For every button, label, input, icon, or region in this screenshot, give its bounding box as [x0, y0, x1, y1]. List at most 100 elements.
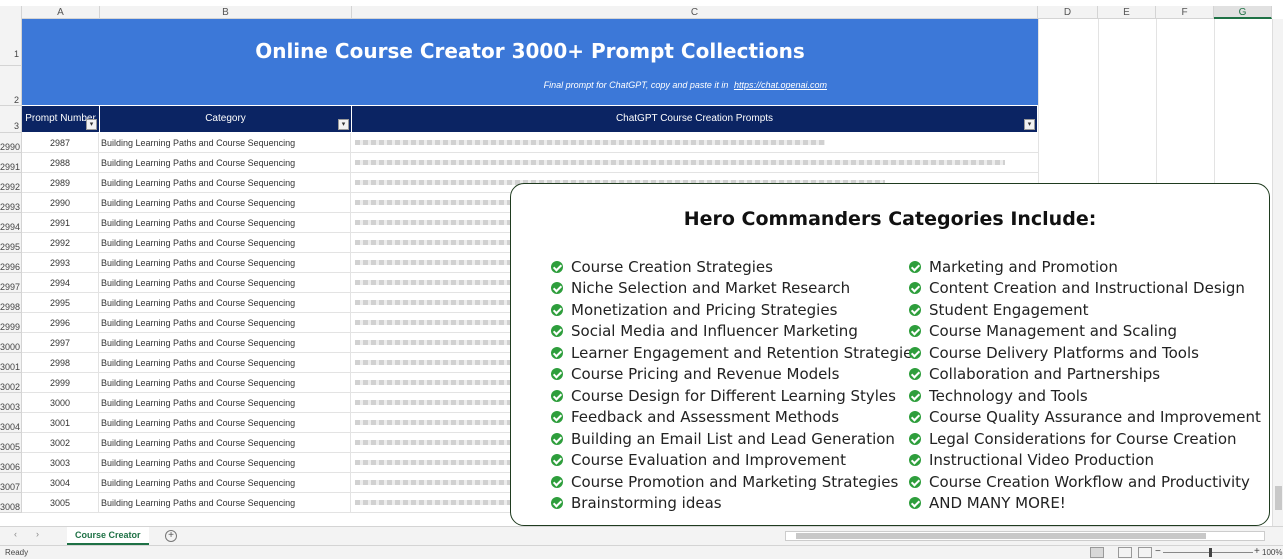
zoom-level[interactable]: 100% — [1262, 548, 1282, 557]
prompt-number-cell[interactable]: 2998 — [22, 353, 99, 373]
row-header[interactable]: 2997 — [0, 273, 22, 293]
row-header[interactable]: 3001 — [0, 353, 22, 373]
title-banner: Online Course Creator 3000+ Prompt Colle… — [22, 19, 1038, 105]
row-header[interactable]: 3005 — [0, 433, 22, 453]
row-header[interactable]: 3 — [0, 106, 22, 133]
page-layout-view-icon[interactable] — [1118, 547, 1132, 558]
row-header[interactable]: 3004 — [0, 413, 22, 433]
horizontal-scroll-thumb[interactable] — [796, 533, 1206, 539]
row-header[interactable]: 2995 — [0, 233, 22, 253]
category-cell[interactable]: Building Learning Paths and Course Seque… — [101, 393, 351, 413]
row-header[interactable]: 3006 — [0, 453, 22, 473]
category-item-label: Course Management and Scaling — [929, 322, 1178, 341]
category-cell[interactable]: Building Learning Paths and Course Seque… — [101, 353, 351, 373]
prompt-number-cell[interactable]: 3000 — [22, 393, 99, 413]
row-header[interactable]: 3003 — [0, 393, 22, 413]
row-header[interactable]: 2996 — [0, 253, 22, 273]
prompt-text-cell-blurred[interactable] — [355, 140, 825, 145]
zoom-slider-handle[interactable] — [1209, 548, 1212, 557]
table-row[interactable]: 2988 Building Learning Paths and Course S… — [22, 153, 1038, 173]
row-header[interactable]: 2998 — [0, 293, 22, 313]
page-title: Online Course Creator 3000+ Prompt Colle… — [255, 39, 805, 63]
prompt-number-cell[interactable]: 2989 — [22, 173, 99, 193]
prompt-number-cell[interactable]: 2992 — [22, 233, 99, 253]
row-header[interactable]: 1 — [0, 19, 22, 66]
category-cell[interactable]: Building Learning Paths and Course Seque… — [101, 133, 351, 153]
sheet-next-icon[interactable]: › — [36, 529, 39, 539]
row-header[interactable]: 3008 — [0, 493, 22, 513]
normal-view-icon[interactable] — [1090, 547, 1104, 558]
row-header[interactable]: 2990 — [0, 133, 22, 153]
check-icon — [909, 454, 921, 467]
category-cell[interactable]: Building Learning Paths and Course Seque… — [101, 433, 351, 453]
category-cell[interactable]: Building Learning Paths and Course Seque… — [101, 313, 351, 333]
category-cell[interactable]: Building Learning Paths and Course Seque… — [101, 373, 351, 393]
zoom-in-icon[interactable]: + — [1254, 546, 1260, 557]
zoom-slider[interactable] — [1163, 552, 1253, 553]
row-header[interactable]: 2994 — [0, 213, 22, 233]
prompt-number-cell[interactable]: 3003 — [22, 453, 99, 473]
category-cell[interactable]: Building Learning Paths and Course Seque… — [101, 293, 351, 313]
prompt-number-cell[interactable]: 3002 — [22, 433, 99, 453]
prompt-number-cell[interactable]: 2987 — [22, 133, 99, 153]
select-all-corner[interactable] — [0, 6, 22, 19]
prompt-number-cell[interactable]: 2990 — [22, 193, 99, 213]
row-header[interactable]: 3007 — [0, 473, 22, 493]
category-cell[interactable]: Building Learning Paths and Course Seque… — [101, 233, 351, 253]
prompt-number-cell[interactable]: 2999 — [22, 373, 99, 393]
column-header-a[interactable]: A — [22, 6, 100, 19]
card-title: Hero Commanders Categories Include: — [683, 208, 1097, 230]
category-cell[interactable]: Building Learning Paths and Course Seque… — [101, 153, 351, 173]
sheet-prev-icon[interactable]: ‹ — [14, 529, 17, 539]
zoom-out-icon[interactable]: − — [1155, 546, 1161, 557]
prompt-number-cell[interactable]: 2994 — [22, 273, 99, 293]
category-cell[interactable]: Building Learning Paths and Course Seque… — [101, 453, 351, 473]
column-header-e[interactable]: E — [1098, 6, 1156, 19]
vertical-scrollbar[interactable] — [1272, 19, 1283, 526]
category-cell[interactable]: Building Learning Paths and Course Seque… — [101, 193, 351, 213]
row-header[interactable]: 2993 — [0, 193, 22, 213]
prompt-number-cell[interactable]: 2991 — [22, 213, 99, 233]
category-item: Legal Considerations for Course Creation — [909, 428, 1261, 450]
row-header[interactable]: 3000 — [0, 333, 22, 353]
filter-dropdown-icon[interactable]: ▾ — [338, 119, 349, 130]
column-header-c[interactable]: C — [352, 6, 1038, 19]
vertical-scroll-thumb[interactable] — [1275, 486, 1282, 510]
column-header-b[interactable]: B — [100, 6, 352, 19]
category-cell[interactable]: Building Learning Paths and Course Seque… — [101, 413, 351, 433]
prompt-number-cell[interactable]: 2995 — [22, 293, 99, 313]
row-header[interactable]: 2 — [0, 66, 22, 106]
column-header-d[interactable]: D — [1038, 6, 1098, 19]
prompt-number-cell[interactable]: 3005 — [22, 493, 99, 513]
prompt-number-cell[interactable]: 2996 — [22, 313, 99, 333]
table-row[interactable]: 2987 Building Learning Paths and Course S… — [22, 133, 1038, 153]
sheet-tab-course-creator[interactable]: Course Creator — [67, 527, 149, 545]
prompt-number-cell[interactable]: 3001 — [22, 413, 99, 433]
row-header[interactable]: 2999 — [0, 313, 22, 333]
category-cell[interactable]: Building Learning Paths and Course Seque… — [101, 473, 351, 493]
filter-dropdown-icon[interactable]: ▾ — [86, 119, 97, 130]
row-header[interactable]: 2991 — [0, 153, 22, 173]
category-item-label: Legal Considerations for Course Creation — [929, 429, 1237, 448]
category-cell[interactable]: Building Learning Paths and Course Seque… — [101, 213, 351, 233]
category-cell[interactable]: Building Learning Paths and Course Seque… — [101, 493, 351, 513]
row-header[interactable]: 3002 — [0, 373, 22, 393]
page-break-view-icon[interactable] — [1138, 547, 1152, 558]
category-item-label: Content Creation and Instructional Desig… — [929, 279, 1245, 298]
prompt-number-cell[interactable]: 2997 — [22, 333, 99, 353]
column-header-g[interactable]: G — [1214, 6, 1272, 19]
prompt-text-cell-blurred[interactable] — [355, 160, 1005, 165]
category-cell[interactable]: Building Learning Paths and Course Seque… — [101, 333, 351, 353]
chatgpt-link[interactable]: https://chat.openai.com — [734, 80, 827, 90]
column-header-f[interactable]: F — [1156, 6, 1214, 19]
filter-dropdown-icon[interactable]: ▾ — [1024, 119, 1035, 130]
row-header[interactable]: 2992 — [0, 173, 22, 193]
prompt-number-cell[interactable]: 2993 — [22, 253, 99, 273]
category-cell[interactable]: Building Learning Paths and Course Seque… — [101, 273, 351, 293]
prompt-number-cell[interactable]: 3004 — [22, 473, 99, 493]
add-sheet-icon[interactable]: + — [165, 530, 177, 542]
horizontal-scrollbar[interactable] — [785, 531, 1265, 541]
prompt-number-cell[interactable]: 2988 — [22, 153, 99, 173]
category-cell[interactable]: Building Learning Paths and Course Seque… — [101, 173, 351, 193]
category-cell[interactable]: Building Learning Paths and Course Seque… — [101, 253, 351, 273]
